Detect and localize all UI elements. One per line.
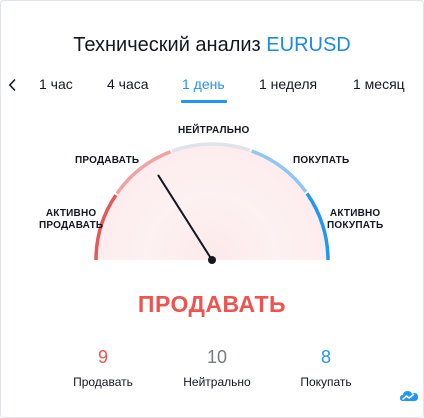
buy-count-value: 8 bbox=[320, 347, 331, 367]
gauge-label-sell: ПРОДАВАТЬ bbox=[75, 155, 140, 166]
gauge-label-neutral: НЕЙТРАЛЬНО bbox=[178, 125, 250, 136]
sell-count-value: 9 bbox=[97, 347, 108, 367]
buy-count-label: Покупать bbox=[300, 375, 352, 389]
technical-analysis-widget: Технический анализ EURUSD 1 час 4 часа 1… bbox=[0, 0, 424, 418]
gauge-label-strong-buy: АКТИВНО ПОКУПАТЬ bbox=[327, 208, 384, 231]
sell-count-group: 9 Продавать bbox=[43, 346, 163, 390]
summary-verdict: ПРОДАВАТЬ bbox=[137, 291, 287, 317]
neutral-count-value: 10 bbox=[206, 347, 228, 367]
neutral-count-label: Нейтрально bbox=[183, 375, 251, 389]
gauge-label-strong-sell: АКТИВНО ПРОДАВАТЬ bbox=[39, 208, 104, 231]
gauge-needle-pivot bbox=[208, 256, 216, 264]
buy-count-group: 8 Покупать bbox=[266, 346, 386, 390]
sell-count-label: Продавать bbox=[73, 375, 133, 389]
gauge-label-buy: ПОКУПАТЬ bbox=[293, 155, 350, 166]
tradingview-cloud-icon[interactable] bbox=[398, 385, 420, 407]
neutral-count-group: 10 Нейтрально bbox=[157, 346, 277, 390]
